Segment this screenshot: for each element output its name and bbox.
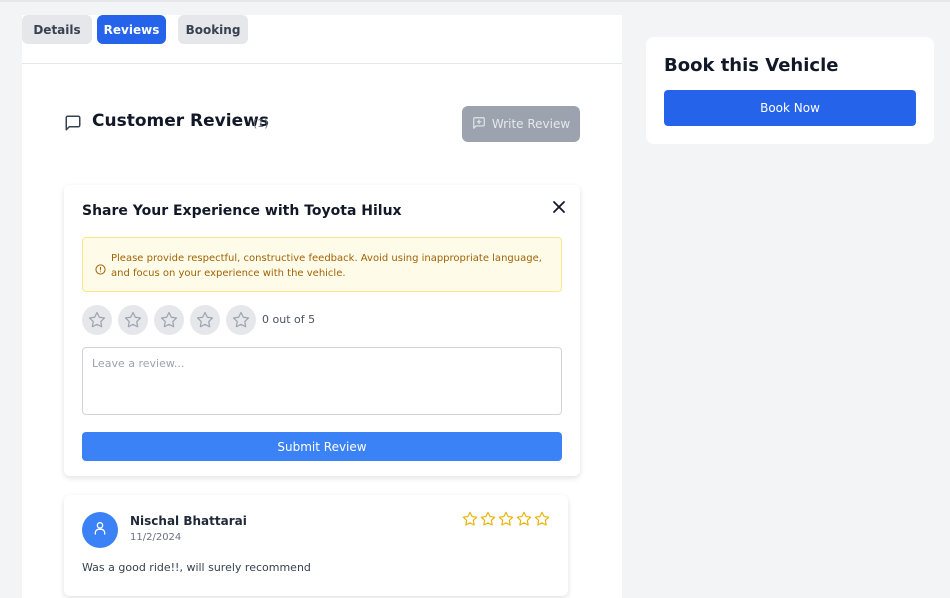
write-review-label: Write Review bbox=[491, 117, 571, 131]
review-text: Was a good ride!!, will surely recommend bbox=[82, 561, 311, 574]
avatar bbox=[82, 512, 118, 548]
star-outline-icon bbox=[462, 511, 478, 527]
reviews-title: Customer Reviews bbox=[92, 111, 269, 131]
star-outline-icon bbox=[534, 511, 550, 527]
tab-details[interactable]: Details bbox=[22, 15, 92, 44]
rating-star-1[interactable] bbox=[82, 305, 112, 335]
reviews-header: Customer Reviews (1) Write Review bbox=[64, 106, 580, 142]
user-icon bbox=[92, 520, 108, 540]
star-outline-icon bbox=[516, 511, 532, 527]
close-icon[interactable] bbox=[552, 199, 566, 213]
tab-bar: Details Reviews Booking bbox=[22, 15, 622, 64]
vehicle-detail-panel: Details Reviews Booking Customer Reviews… bbox=[22, 15, 622, 598]
rating-star-3[interactable] bbox=[154, 305, 184, 335]
feedback-notice: Please provide respectful, constructive … bbox=[82, 237, 562, 292]
sidebar-title: Book this Vehicle bbox=[664, 55, 839, 76]
review-item: Nischal Bhattarai 11/2/2024 Was a good r… bbox=[64, 495, 568, 596]
star-outline-icon bbox=[480, 511, 496, 527]
tab-booking[interactable]: Booking bbox=[178, 15, 248, 44]
write-review-button[interactable]: Write Review bbox=[462, 106, 580, 142]
message-square-icon bbox=[64, 114, 82, 132]
reviewer-name: Nischal Bhattarai bbox=[130, 514, 247, 528]
top-border bbox=[0, 0, 950, 2]
rating-star-4[interactable] bbox=[190, 305, 220, 335]
tab-reviews[interactable]: Reviews bbox=[97, 15, 166, 44]
review-rating bbox=[462, 511, 554, 527]
reviews-count: (1) bbox=[253, 117, 269, 130]
notice-text: Please provide respectful, constructive … bbox=[111, 253, 542, 279]
reviews-section: Customer Reviews (1) Write Review Share … bbox=[38, 81, 606, 598]
rating-value-text: 0 out of 5 bbox=[262, 313, 316, 326]
rating-star-5[interactable] bbox=[226, 305, 256, 335]
alert-circle-icon bbox=[95, 260, 106, 275]
review-date: 11/2/2024 bbox=[130, 532, 182, 543]
review-form-title: Share Your Experience with Toyota Hilux bbox=[82, 203, 402, 219]
submit-review-button[interactable]: Submit Review bbox=[82, 432, 562, 461]
review-form: Share Your Experience with Toyota Hilux … bbox=[64, 185, 580, 476]
rating-star-2[interactable] bbox=[118, 305, 148, 335]
book-now-button[interactable]: Book Now bbox=[664, 90, 916, 126]
rating-selector: 0 out of 5 bbox=[82, 305, 382, 335]
star-outline-icon bbox=[498, 511, 514, 527]
message-plus-icon bbox=[472, 116, 486, 133]
booking-sidebar: Book this Vehicle Book Now bbox=[646, 37, 934, 144]
review-textarea[interactable] bbox=[82, 347, 562, 415]
